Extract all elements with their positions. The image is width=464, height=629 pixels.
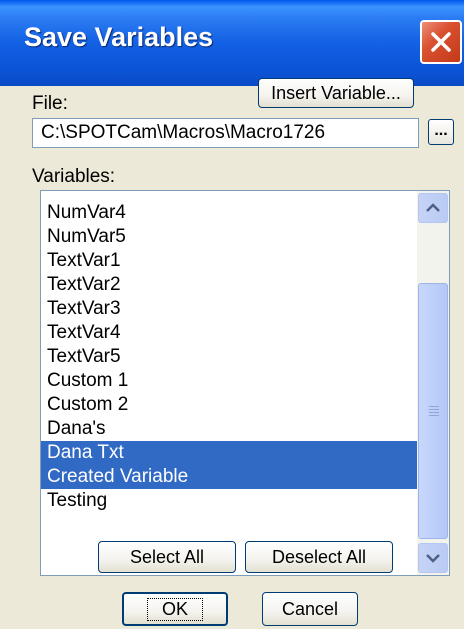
scroll-down-icon <box>426 554 440 563</box>
close-button[interactable] <box>420 20 462 64</box>
ok-button-label: OK <box>146 597 203 621</box>
browse-button[interactable]: ... <box>428 119 454 145</box>
file-label: File: <box>32 93 68 114</box>
scrollbar-thumb[interactable] <box>418 283 448 539</box>
variables-list: NumVar4 NumVar5 TextVar1 TextVar2 TextVar3 Te… <box>41 201 419 513</box>
variable-list-item[interactable]: TextVar3 <box>41 297 419 321</box>
window-title: Save Variables <box>24 22 214 52</box>
variables-label: Variables: <box>32 166 116 187</box>
variable-list-item[interactable]: TextVar2 <box>41 273 419 297</box>
variable-list-item[interactable]: Created Variable <box>41 465 419 489</box>
save-variables-dialog: Save Variables File: Insert Variable... … <box>0 0 464 629</box>
select-all-button[interactable]: Select All <box>98 541 236 573</box>
variable-list-item[interactable]: Custom 1 <box>41 369 419 393</box>
variable-list-item[interactable]: Testing <box>41 489 419 513</box>
close-icon <box>431 32 451 52</box>
variable-list-item[interactable]: NumVar5 <box>41 225 419 249</box>
cancel-button[interactable]: Cancel <box>262 592 358 626</box>
deselect-all-button[interactable]: Deselect All <box>245 541 393 573</box>
vertical-scrollbar[interactable] <box>417 191 449 575</box>
variables-listbox[interactable]: NumVar4 NumVar5 TextVar1 TextVar2 TextVar3 Te… <box>40 190 450 576</box>
variable-list-item[interactable]: TextVar4 <box>41 321 419 345</box>
ok-button[interactable]: OK <box>122 592 228 626</box>
scroll-up-icon <box>426 203 440 212</box>
variable-list-item[interactable]: TextVar1 <box>41 249 419 273</box>
variable-list-item[interactable]: Dana's <box>41 417 419 441</box>
insert-variable-button[interactable]: Insert Variable... <box>258 78 414 108</box>
scroll-down-button[interactable] <box>418 543 448 573</box>
variable-list-item[interactable]: TextVar5 <box>41 345 419 369</box>
scroll-up-button[interactable] <box>418 193 448 223</box>
variable-list-item[interactable]: NumVar4 <box>41 201 419 225</box>
variable-list-item[interactable]: Custom 2 <box>41 393 419 417</box>
file-path-field[interactable]: C:\SPOTCam\Macros\Macro1726 <box>32 118 419 148</box>
title-bar: Save Variables <box>0 0 464 86</box>
variable-list-item[interactable]: Dana Txt <box>41 441 419 465</box>
